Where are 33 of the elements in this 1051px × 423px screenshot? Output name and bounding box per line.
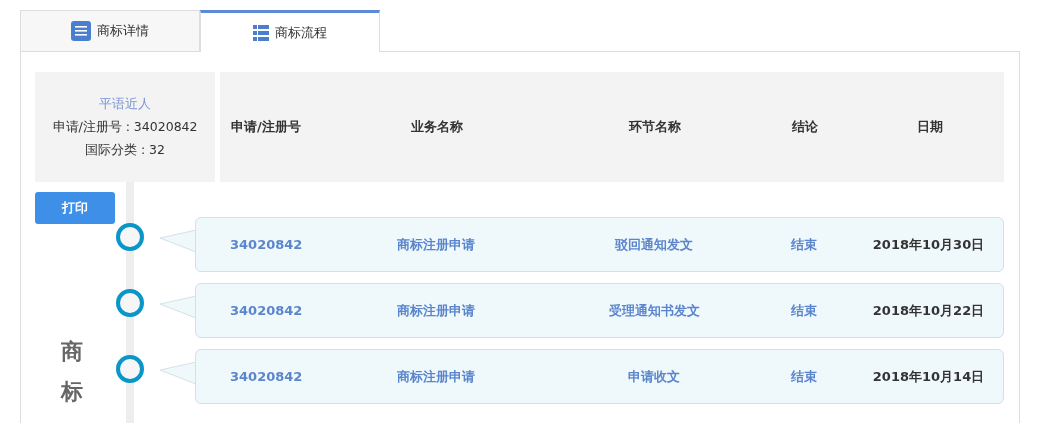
document-icon [71, 21, 91, 41]
table-cell-text: 2018年10月30日 [871, 235, 986, 254]
trademark-name: 平语近人 [99, 95, 151, 113]
table-cell-text: 申请收文 [627, 367, 681, 386]
table-cell-text: 商标注册申请 [396, 367, 476, 386]
registration-number: 申请/注册号 : 34020842 [52, 118, 198, 136]
column-header: 环节名称 [627, 118, 682, 136]
column-header: 结论 [791, 118, 819, 136]
table-cell-text: 商标注册申请 [396, 301, 476, 320]
tab-label: 商标详情 [97, 22, 149, 40]
tab[interactable]: 商标详情 [20, 10, 200, 51]
table-cell-text: 受理通知书发文 [607, 301, 701, 320]
table-cell-text: 2018年10月14日 [871, 367, 986, 386]
table-cell-text: 驳回通知发文 [613, 235, 694, 254]
column-header: 日期 [915, 118, 944, 136]
timeline-node [116, 289, 144, 317]
table-cell-text: 34020842 [230, 237, 304, 252]
table-cell-text: 商标注册申请 [396, 235, 476, 254]
vertical-title: 商标 [61, 338, 83, 406]
tab[interactable]: 商标流程 [200, 10, 380, 52]
tab-label: 商标流程 [275, 23, 327, 42]
table-cell-text: 2018年10月22日 [871, 301, 986, 320]
table-cell-text: 34020842 [230, 303, 304, 318]
table-cell-text: 34020842 [230, 369, 304, 384]
table-cell-text: 结束 [790, 235, 818, 254]
table-cell-text: 结束 [790, 367, 818, 386]
timeline-node [116, 223, 144, 251]
timeline-node [116, 355, 144, 383]
column-header: 业务名称 [410, 118, 464, 136]
international-class: 国际分类 : 32 [84, 141, 166, 159]
table-cell-text: 结束 [790, 301, 818, 320]
list-icon [253, 24, 269, 41]
column-header: 申请/注册号 [231, 118, 302, 136]
